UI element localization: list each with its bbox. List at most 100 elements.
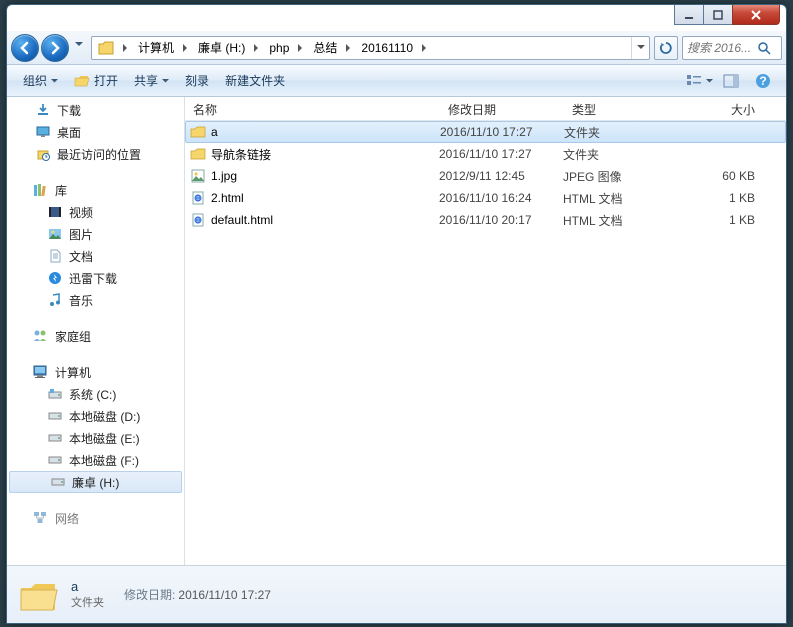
homegroup-icon bbox=[31, 327, 49, 345]
sidebar-item-label: 文档 bbox=[69, 248, 93, 265]
column-name[interactable]: 名称 bbox=[185, 97, 440, 120]
open-label: 打开 bbox=[94, 72, 118, 89]
libraries-icon bbox=[31, 181, 49, 199]
sidebar-drive-d[interactable]: 本地磁盘 (D:) bbox=[7, 405, 184, 427]
doc-icon bbox=[47, 248, 63, 264]
breadcrumb-arrow[interactable] bbox=[293, 37, 307, 59]
navigation-bar: 计算机 廉卓 (H:) php 总结 20161110 bbox=[7, 31, 786, 65]
sidebar-item-label: 视频 bbox=[69, 204, 93, 221]
file-row[interactable]: a2016/11/10 17:27文件夹 bbox=[185, 121, 786, 143]
file-size: 1 KB bbox=[687, 191, 755, 205]
burn-button[interactable]: 刻录 bbox=[177, 69, 217, 93]
sidebar-item-documents[interactable]: 文档 bbox=[7, 245, 184, 267]
breadcrumb-segment[interactable]: 总结 bbox=[307, 37, 341, 59]
file-date: 2016/11/10 17:27 bbox=[440, 125, 564, 139]
file-row[interactable]: 1.jpg2012/9/11 12:45JPEG 图像60 KB bbox=[185, 165, 786, 187]
file-date: 2016/11/10 17:27 bbox=[439, 147, 563, 161]
close-button[interactable] bbox=[732, 5, 780, 25]
music-icon bbox=[47, 292, 63, 308]
maximize-button[interactable] bbox=[703, 5, 733, 25]
view-options-button[interactable] bbox=[684, 70, 714, 92]
file-date: 2012/9/11 12:45 bbox=[439, 169, 563, 183]
video-icon bbox=[47, 204, 63, 220]
breadcrumb-segment[interactable]: php bbox=[263, 37, 293, 59]
column-date[interactable]: 修改日期 bbox=[440, 97, 564, 120]
search-input[interactable] bbox=[687, 41, 757, 55]
sidebar-item-videos[interactable]: 视频 bbox=[7, 201, 184, 223]
breadcrumb-arrow[interactable] bbox=[249, 37, 263, 59]
drive-icon bbox=[50, 474, 66, 490]
image-icon bbox=[189, 168, 207, 184]
open-button[interactable]: 打开 bbox=[66, 69, 126, 93]
sidebar-drive-c[interactable]: 系统 (C:) bbox=[7, 383, 184, 405]
preview-pane-button[interactable] bbox=[716, 70, 746, 92]
refresh-button[interactable] bbox=[654, 36, 678, 60]
breadcrumb-arrow[interactable] bbox=[417, 37, 431, 59]
explorer-window: 计算机 廉卓 (H:) php 总结 20161110 组织 bbox=[6, 4, 787, 624]
sidebar-drive-e[interactable]: 本地磁盘 (E:) bbox=[7, 427, 184, 449]
column-type[interactable]: 类型 bbox=[564, 97, 688, 120]
breadcrumb-arrow[interactable] bbox=[118, 37, 132, 59]
address-dropdown[interactable] bbox=[631, 37, 649, 59]
file-row[interactable]: 导航条链接2016/11/10 17:27文件夹 bbox=[185, 143, 786, 165]
breadcrumb-segment[interactable]: 计算机 bbox=[132, 37, 178, 59]
minimize-button[interactable] bbox=[674, 5, 704, 25]
sidebar-group-computer[interactable]: 计算机 bbox=[7, 361, 184, 383]
sidebar-group-libraries[interactable]: 库 bbox=[7, 179, 184, 201]
file-row[interactable]: default.html2016/11/10 20:17HTML 文档1 KB bbox=[185, 209, 786, 231]
file-type: 文件夹 bbox=[563, 146, 687, 163]
forward-button[interactable] bbox=[41, 34, 69, 62]
file-type: HTML 文档 bbox=[563, 190, 687, 207]
details-pane: a 文件夹 修改日期: 2016/11/10 17:27 bbox=[7, 565, 786, 623]
sidebar-group-homegroup[interactable]: 家庭组 bbox=[7, 325, 184, 347]
nav-history-dropdown[interactable] bbox=[71, 34, 87, 56]
sidebar-item-label: 本地磁盘 (D:) bbox=[69, 408, 140, 425]
breadcrumb-segment[interactable]: 20161110 bbox=[355, 37, 417, 59]
sidebar-item-label: 廉卓 (H:) bbox=[72, 474, 119, 491]
picture-icon bbox=[47, 226, 63, 242]
breadcrumb-arrow[interactable] bbox=[341, 37, 355, 59]
new-folder-button[interactable]: 新建文件夹 bbox=[217, 69, 293, 93]
sidebar-item-downloads[interactable]: 下载 bbox=[7, 99, 184, 121]
breadcrumb-segment[interactable]: 廉卓 (H:) bbox=[192, 37, 249, 59]
sidebar-item-desktop[interactable]: 桌面 bbox=[7, 121, 184, 143]
back-button[interactable] bbox=[11, 34, 39, 62]
sidebar-item-label: 下载 bbox=[57, 102, 81, 119]
sidebar-item-recent[interactable]: 最近访问的位置 bbox=[7, 143, 184, 165]
navigation-pane: 下载 桌面 最近访问的位置 库 视频 图片 文档 迅雷下载 音乐 家庭组 计算机… bbox=[7, 97, 185, 565]
details-name: a bbox=[71, 579, 104, 594]
sidebar-drive-h[interactable]: 廉卓 (H:) bbox=[9, 471, 182, 493]
details-mod-value: 2016/11/10 17:27 bbox=[178, 588, 271, 602]
file-size: 1 KB bbox=[687, 213, 755, 227]
sidebar-item-label: 桌面 bbox=[57, 124, 81, 141]
drive-icon bbox=[47, 408, 63, 424]
organize-menu[interactable]: 组织 bbox=[15, 69, 66, 93]
window-controls bbox=[675, 5, 780, 25]
html-icon bbox=[189, 190, 207, 206]
nav-buttons bbox=[11, 34, 87, 62]
sidebar-group-label: 网络 bbox=[55, 510, 79, 527]
sidebar-item-label: 图片 bbox=[69, 226, 93, 243]
share-menu[interactable]: 共享 bbox=[126, 69, 177, 93]
help-button[interactable]: ? bbox=[748, 70, 778, 92]
file-size: 60 KB bbox=[687, 169, 755, 183]
burn-label: 刻录 bbox=[185, 72, 209, 89]
breadcrumb-arrow[interactable] bbox=[178, 37, 192, 59]
sidebar-item-pictures[interactable]: 图片 bbox=[7, 223, 184, 245]
sidebar-group-label: 库 bbox=[55, 182, 67, 199]
sidebar-group-network[interactable]: 网络 bbox=[7, 507, 184, 529]
sidebar-item-music[interactable]: 音乐 bbox=[7, 289, 184, 311]
command-bar: 组织 打开 共享 刻录 新建文件夹 ? bbox=[7, 65, 786, 97]
search-box[interactable] bbox=[682, 36, 782, 60]
desktop-icon bbox=[35, 124, 51, 140]
sidebar-item-label: 最近访问的位置 bbox=[57, 146, 141, 163]
breadcrumb-root-icon[interactable] bbox=[92, 37, 118, 59]
sidebar-item-xunlei[interactable]: 迅雷下载 bbox=[7, 267, 184, 289]
file-type: JPEG 图像 bbox=[563, 168, 687, 185]
folder-open-icon bbox=[74, 74, 90, 88]
file-row[interactable]: 2.html2016/11/10 16:24HTML 文档1 KB bbox=[185, 187, 786, 209]
search-icon bbox=[757, 41, 771, 55]
address-bar[interactable]: 计算机 廉卓 (H:) php 总结 20161110 bbox=[91, 36, 650, 60]
column-size[interactable]: 大小 bbox=[688, 97, 764, 120]
sidebar-drive-f[interactable]: 本地磁盘 (F:) bbox=[7, 449, 184, 471]
